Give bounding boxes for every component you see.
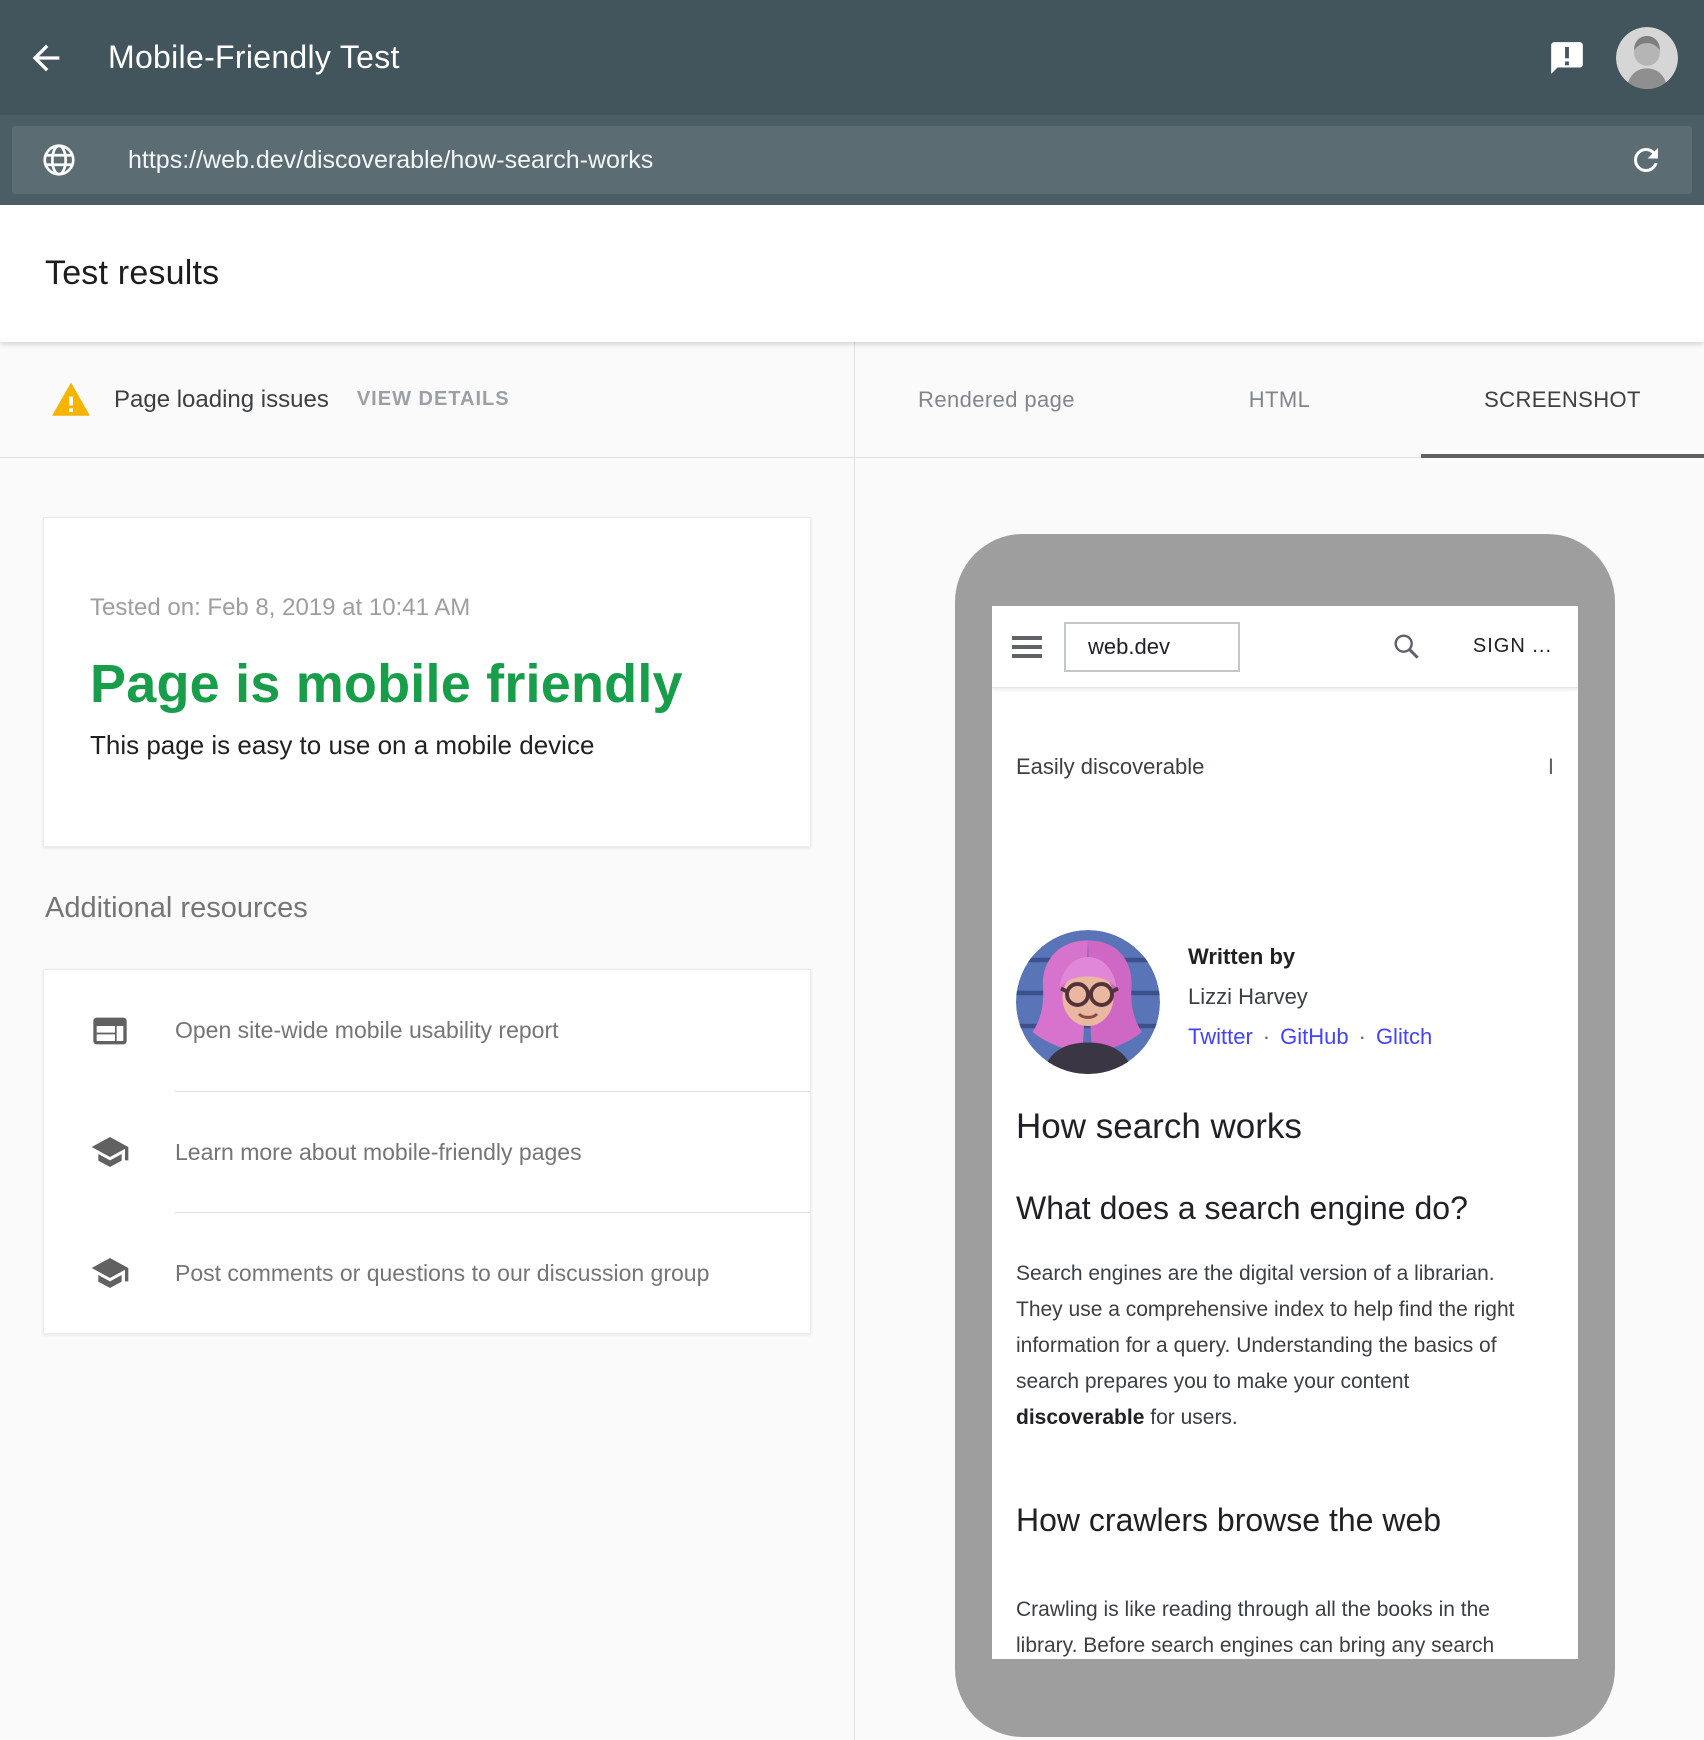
resource-item-usability-report[interactable]: Open site-wide mobile usability report xyxy=(44,970,810,1091)
url-bar: https://web.dev/discoverable/how-search-… xyxy=(0,115,1704,205)
phone-mockup: web.dev SIGN ... Easily discoverable I xyxy=(955,534,1615,1737)
page-label: Easily discoverable xyxy=(1016,754,1204,780)
tab-html[interactable]: HTML xyxy=(1138,342,1421,457)
back-arrow-icon[interactable] xyxy=(26,38,66,78)
search-icon xyxy=(1391,631,1423,663)
site-nav: web.dev SIGN ... xyxy=(992,606,1578,688)
article-title: How search works xyxy=(1016,1106,1554,1148)
section-heading-crawlers: How crawlers browse the web xyxy=(1016,1500,1554,1540)
github-link: GitHub xyxy=(1280,1024,1348,1049)
site-search-box: web.dev xyxy=(1064,622,1240,672)
tab-screenshot[interactable]: SCREENSHOT xyxy=(1421,342,1704,457)
app-bar: Mobile-Friendly Test xyxy=(0,0,1704,115)
resource-item-learn-more[interactable]: Learn more about mobile-friendly pages xyxy=(44,1091,810,1212)
right-panel: Rendered page HTML SCREENSHOT web.dev SI… xyxy=(855,342,1704,1740)
resource-label: Post comments or questions to our discus… xyxy=(175,1212,810,1333)
paragraph-crawling: Crawling is like reading through all the… xyxy=(1016,1592,1554,1659)
warning-icon xyxy=(48,379,94,421)
left-panel: Page loading issues VIEW DETAILS Tested … xyxy=(0,342,855,1740)
tested-on-text: Tested on: Feb 8, 2019 at 10:41 AM xyxy=(90,594,764,622)
twitter-link: Twitter xyxy=(1188,1024,1253,1049)
author-links: Twitter·GitHub·Glitch xyxy=(1188,1024,1432,1050)
section-heading-search-engine: What does a search engine do? xyxy=(1016,1188,1554,1228)
school-icon xyxy=(44,1212,175,1333)
url-text: https://web.dev/discoverable/how-search-… xyxy=(128,146,653,175)
page-label-right: I xyxy=(1548,754,1554,780)
hamburger-icon xyxy=(1012,636,1042,658)
resource-label: Open site-wide mobile usability report xyxy=(175,970,810,1091)
page-title: Test results xyxy=(45,254,219,293)
feedback-icon[interactable] xyxy=(1548,39,1586,77)
author-avatar xyxy=(1016,930,1160,1074)
paragraph-search-engines: Search engines are the digital version o… xyxy=(1016,1256,1554,1400)
paragraph-search-engines-last-line: discoverable for users. xyxy=(1016,1400,1554,1436)
page-header: Test results xyxy=(0,205,1704,342)
author-info: Written by Lizzi Harvey Twitter·GitHub·G… xyxy=(1188,930,1432,1074)
resource-item-discussion-group[interactable]: Post comments or questions to our discus… xyxy=(44,1212,810,1333)
issue-label: Page loading issues xyxy=(114,386,329,414)
verdict-text: Page is mobile friendly xyxy=(90,652,764,716)
url-field[interactable]: https://web.dev/discoverable/how-search-… xyxy=(12,126,1692,194)
verdict-subtext: This page is easy to use on a mobile dev… xyxy=(90,728,764,762)
result-card: Tested on: Feb 8, 2019 at 10:41 AM Page … xyxy=(43,517,811,847)
tab-rendered-page[interactable]: Rendered page xyxy=(855,342,1138,457)
resource-label: Learn more about mobile-friendly pages xyxy=(175,1091,810,1212)
user-avatar[interactable] xyxy=(1616,27,1678,89)
issue-row: Page loading issues VIEW DETAILS xyxy=(0,342,854,458)
preview-tabs: Rendered page HTML SCREENSHOT xyxy=(855,342,1704,458)
refresh-icon[interactable] xyxy=(1628,142,1664,178)
glitch-link: Glitch xyxy=(1376,1024,1432,1049)
breadcrumb-row: Easily discoverable I xyxy=(992,754,1578,780)
school-icon xyxy=(44,1091,175,1212)
report-icon xyxy=(44,970,175,1091)
sign-in-label: SIGN ... xyxy=(1473,635,1552,658)
view-details-button[interactable]: VIEW DETAILS xyxy=(357,388,510,411)
left-body: Tested on: Feb 8, 2019 at 10:41 AM Page … xyxy=(0,517,854,1334)
author-block: Written by Lizzi Harvey Twitter·GitHub·G… xyxy=(1016,930,1554,1074)
written-by-label: Written by xyxy=(1188,944,1432,970)
phone-screen: web.dev SIGN ... Easily discoverable I xyxy=(992,606,1578,1659)
app-title: Mobile-Friendly Test xyxy=(108,39,400,76)
additional-resources-title: Additional resources xyxy=(45,867,811,925)
globe-icon xyxy=(40,141,78,179)
author-name: Lizzi Harvey xyxy=(1188,984,1432,1010)
content: Page loading issues VIEW DETAILS Tested … xyxy=(0,342,1704,1740)
resources-card: Open site-wide mobile usability report L… xyxy=(43,969,811,1334)
